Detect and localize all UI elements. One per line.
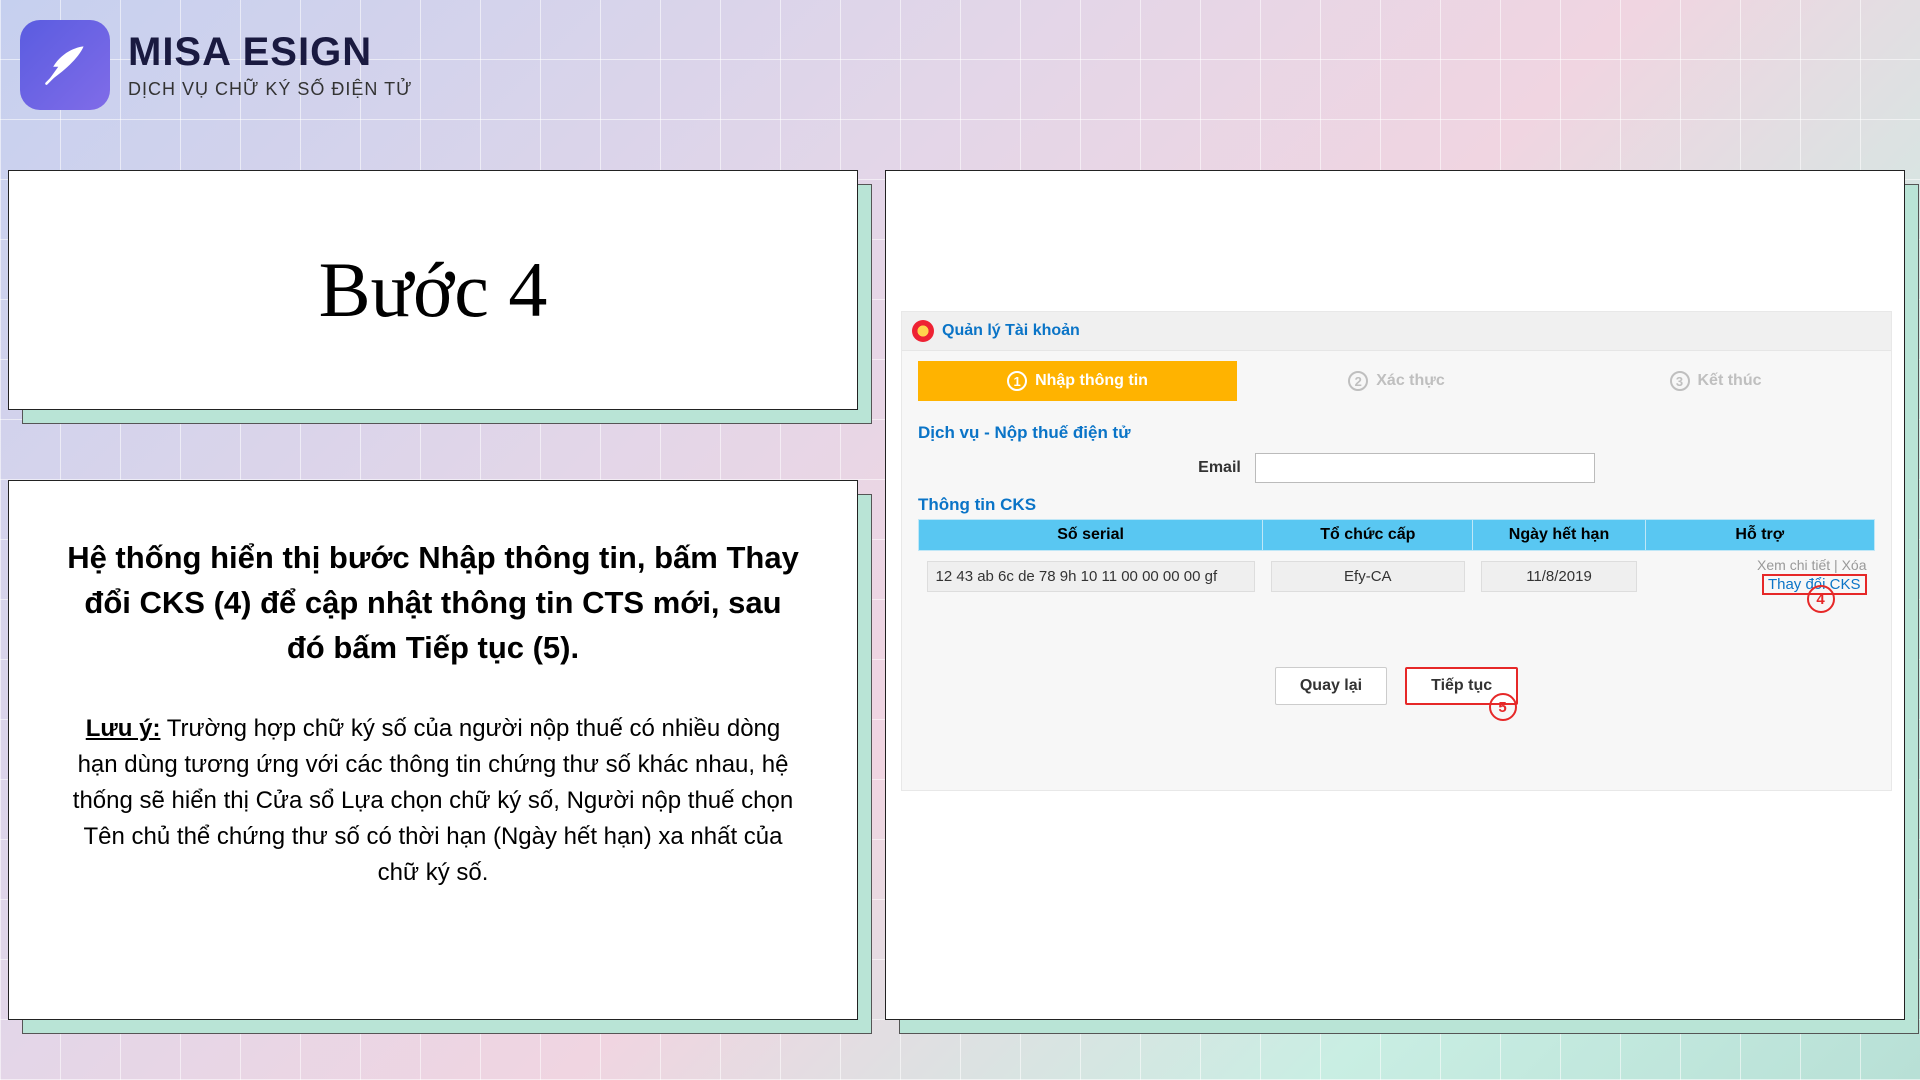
brand-title: MISA ESIGN — [128, 30, 412, 75]
instruction-note: Lưu ý: Trường hợp chữ ký số của người nộ… — [64, 711, 802, 891]
feather-icon — [38, 38, 92, 92]
col-serial: Số serial — [919, 520, 1263, 551]
view-detail-link[interactable]: Xem chi tiết — [1757, 557, 1830, 573]
serial-value: 12 43 ab 6c de 78 9h 10 11 00 00 00 00 g… — [927, 561, 1255, 592]
wizard-steps: 1Nhập thông tin 2Xác thực› 3Kết thúc — [918, 361, 1875, 401]
email-row: Email — [902, 453, 1891, 483]
screenshot-card: Quản lý Tài khoản 1Nhập thông tin 2Xác t… — [885, 170, 1905, 1020]
portal-header: Quản lý Tài khoản — [902, 312, 1891, 351]
brand-subtitle: DỊCH VỤ CHỮ KÝ SỐ ĐIỆN TỬ — [128, 79, 412, 100]
step-2: 2Xác thực› — [1237, 361, 1556, 401]
tax-portal: Quản lý Tài khoản 1Nhập thông tin 2Xác t… — [901, 311, 1892, 791]
cks-section-title: Thông tin CKS — [918, 495, 1875, 515]
email-label: Email — [1198, 459, 1241, 477]
table-row: 12 43 ab 6c de 78 9h 10 11 00 00 00 00 g… — [919, 551, 1875, 602]
note-label: Lưu ý: — [86, 715, 161, 742]
portal-title: Quản lý Tài khoản — [942, 322, 1080, 340]
step-1: 1Nhập thông tin — [918, 361, 1237, 401]
issuer-value: Efy-CA — [1271, 561, 1465, 592]
col-issuer: Tổ chức cấp — [1263, 520, 1473, 551]
expiry-value: 11/8/2019 — [1481, 561, 1637, 592]
delete-link[interactable]: Xóa — [1842, 557, 1867, 573]
button-row: Quay lại Tiếp tục 5 — [902, 667, 1891, 705]
note-body: Trường hợp chữ ký số của người nộp thuế … — [73, 715, 793, 886]
cks-table: Số serial Tổ chức cấp Ngày hết hạn Hỗ tr… — [918, 519, 1875, 601]
emblem-icon — [912, 320, 934, 342]
step-3: 3Kết thúc — [1556, 361, 1875, 401]
instruction-main: Hệ thống hiển thị bước Nhập thông tin, b… — [64, 536, 802, 671]
marker-5: 5 — [1489, 693, 1517, 721]
step-title-card: Bước 4 — [8, 170, 858, 410]
back-button[interactable]: Quay lại — [1275, 667, 1387, 705]
col-support: Hỗ trợ — [1645, 520, 1874, 551]
brand-logo — [20, 20, 110, 110]
service-name: Dịch vụ - Nộp thuế điện tử — [918, 423, 1875, 443]
col-expiry: Ngày hết hạn — [1473, 520, 1645, 551]
email-input[interactable] — [1255, 453, 1595, 483]
instruction-card: Hệ thống hiển thị bước Nhập thông tin, b… — [8, 480, 858, 1020]
marker-4: 4 — [1807, 585, 1835, 613]
brand-header: MISA ESIGN DỊCH VỤ CHỮ KÝ SỐ ĐIỆN TỬ — [20, 20, 412, 110]
step-title: Bước 4 — [319, 245, 548, 335]
